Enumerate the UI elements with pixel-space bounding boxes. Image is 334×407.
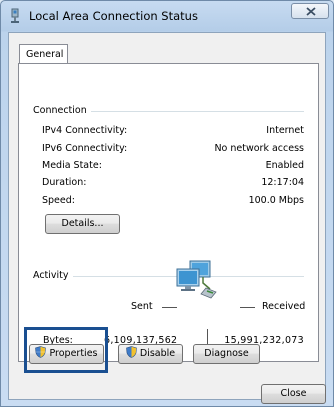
disable-button-label: Disable xyxy=(139,348,176,359)
dialog-client-area: General Connection IPv4 Connectivity: In… xyxy=(8,32,326,404)
activity-group-divider xyxy=(33,276,304,277)
details-button[interactable]: Details... xyxy=(45,214,120,234)
disable-button[interactable]: Disable xyxy=(118,344,183,364)
ipv4-connectivity-value: Internet xyxy=(266,125,304,136)
tab-general[interactable]: General xyxy=(19,44,68,64)
properties-button[interactable]: Properties xyxy=(29,344,104,364)
tab-general-label: General xyxy=(26,49,64,60)
sent-label: Sent xyxy=(131,301,153,312)
connection-group-label: Connection xyxy=(33,105,91,116)
activity-group-label: Activity xyxy=(33,270,73,281)
window-close-button[interactable] xyxy=(291,3,329,19)
duration-label: Duration: xyxy=(42,177,87,188)
ipv4-connectivity-label: IPv4 Connectivity: xyxy=(42,125,128,136)
sent-line xyxy=(162,307,177,308)
received-line xyxy=(240,307,255,308)
status-dialog-window: Local Area Connection Status General Con… xyxy=(0,0,334,407)
properties-button-label: Properties xyxy=(49,348,98,359)
diagnose-button[interactable]: Diagnose xyxy=(193,344,260,364)
general-tab-panel: Connection IPv4 Connectivity: Internet I… xyxy=(18,63,319,362)
window-title: Local Area Connection Status xyxy=(29,9,198,23)
uac-shield-icon xyxy=(35,346,47,365)
duration-value: 12:17:04 xyxy=(261,177,304,188)
media-state-value: Enabled xyxy=(265,160,304,171)
close-x-icon xyxy=(306,7,316,16)
speed-label: Speed: xyxy=(42,195,75,206)
close-button[interactable]: Close xyxy=(261,384,326,404)
received-label: Received xyxy=(262,301,306,312)
media-state-label: Media State: xyxy=(42,160,102,171)
uac-shield-icon xyxy=(126,346,137,365)
network-computers-icon xyxy=(176,260,222,305)
title-bar[interactable]: Local Area Connection Status xyxy=(1,1,333,31)
ipv6-connectivity-value: No network access xyxy=(214,143,304,154)
network-adapter-icon xyxy=(8,8,22,24)
ipv6-connectivity-label: IPv6 Connectivity: xyxy=(42,143,128,154)
speed-value: 100.0 Mbps xyxy=(248,195,304,206)
